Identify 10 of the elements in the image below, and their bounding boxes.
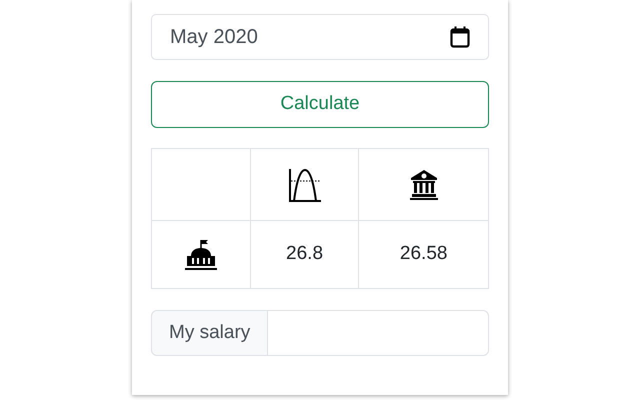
bank-icon (410, 170, 438, 200)
calendar-icon[interactable] (450, 26, 470, 48)
calculate-button[interactable]: Calculate (151, 81, 489, 128)
capitol-building-icon (184, 238, 217, 270)
table-cell: 26.58 (400, 243, 448, 264)
date-field[interactable]: May 2020 (151, 14, 489, 60)
table-cell: 26.8 (286, 243, 324, 264)
parabola-chart-icon (288, 168, 322, 202)
salary-label: My salary (151, 310, 268, 356)
salary-field[interactable] (267, 310, 489, 356)
